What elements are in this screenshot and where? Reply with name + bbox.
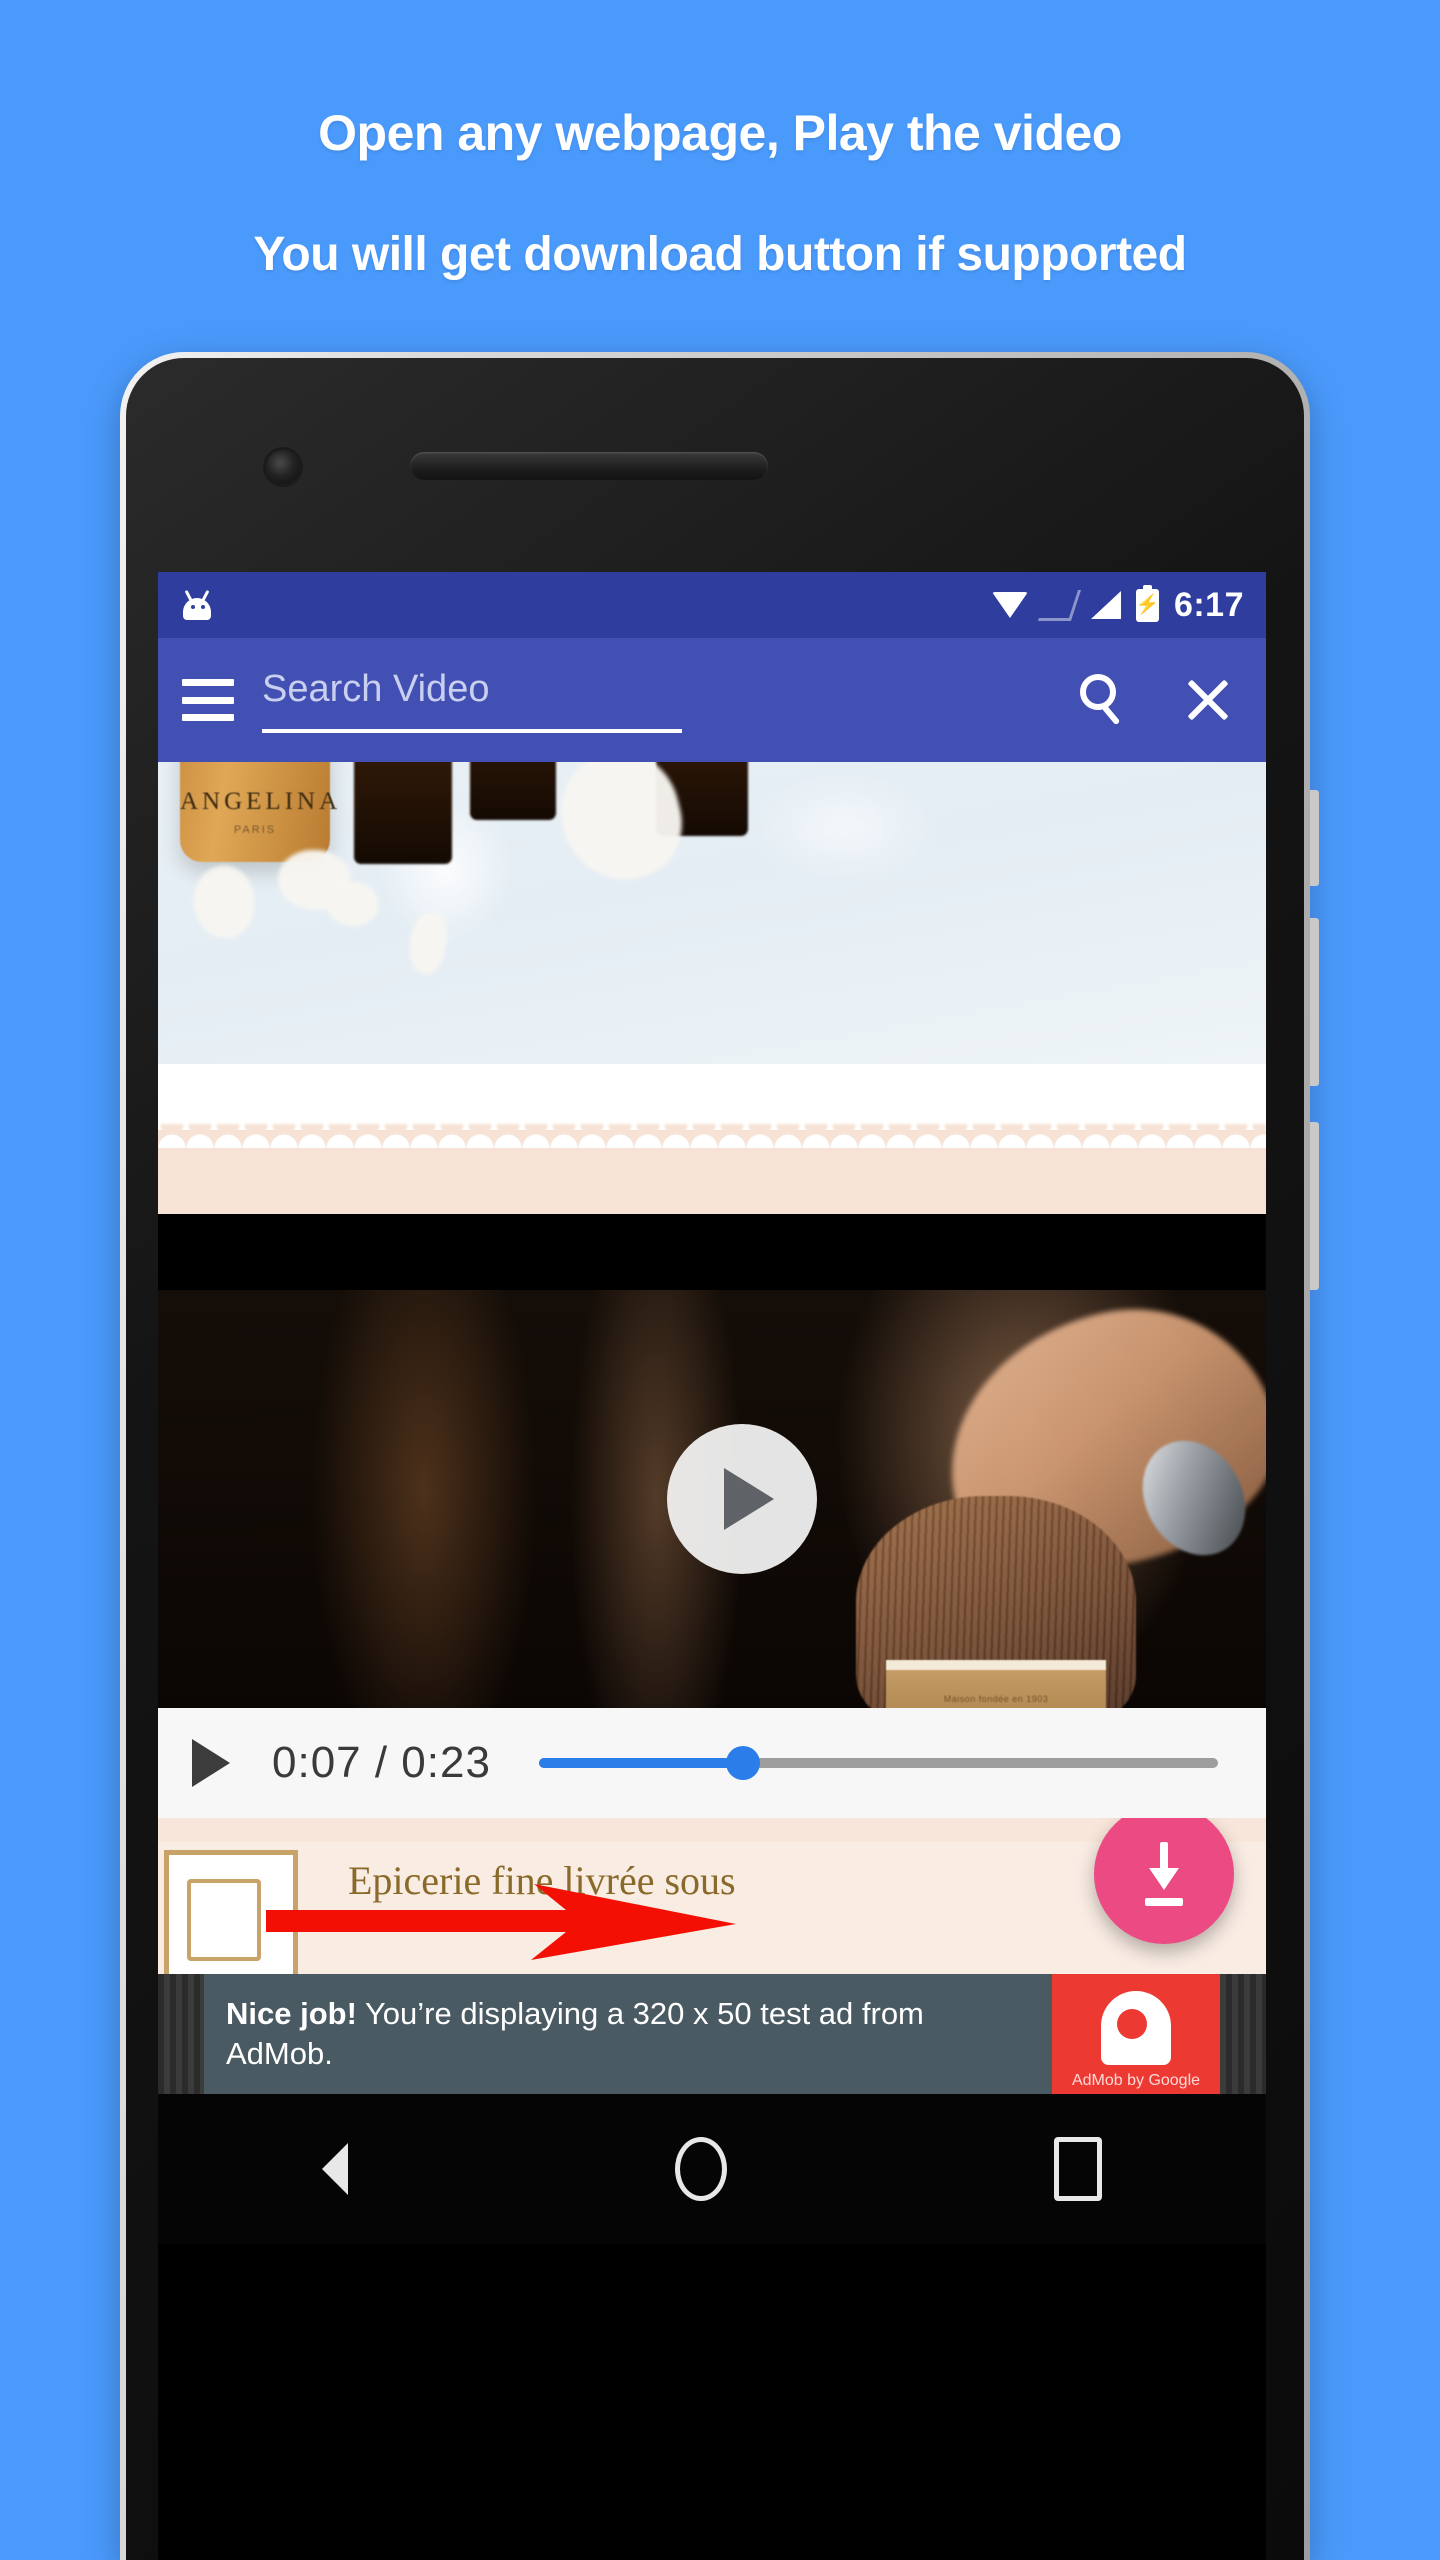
seek-progress	[538, 1758, 743, 1768]
webpage-strip: Epicerie fine livrée sous	[158, 1818, 1266, 1974]
admob-text-area: Nice job! You’re displaying a 320 x 50 t…	[204, 1974, 1052, 2094]
content-gap	[158, 1214, 1266, 1290]
decor-vial	[470, 762, 556, 820]
admob-logo: AdMob by Google	[1052, 1974, 1220, 2094]
admob-left-pad	[158, 1974, 204, 2094]
play-icon[interactable]	[192, 1739, 230, 1787]
phone-side-button-power[interactable]	[1310, 1122, 1319, 1290]
status-bar: ⚡ 6:17	[158, 572, 1266, 638]
signal-full-icon	[1090, 591, 1121, 619]
seek-thumb[interactable]	[725, 1746, 760, 1780]
admob-mark-icon	[1101, 1991, 1171, 2065]
decor-cream-blob	[404, 909, 452, 977]
hero-product-photo: ANGELINA PARIS	[158, 762, 1266, 1064]
search-input[interactable]	[262, 667, 682, 729]
product-jar: ANGELINA PARIS	[180, 762, 342, 862]
headline-line-2: You will get download button if supporte…	[253, 228, 1187, 281]
home-circle-icon[interactable]	[674, 2137, 727, 2201]
phone-mockup: ⚡ 6:17 Search Video ANGELINA PARIS Maiso…	[120, 352, 1319, 2560]
admob-headline: Nice job!	[226, 1996, 357, 2031]
app-bar	[158, 638, 1266, 762]
search-field-wrapper[interactable]	[262, 667, 682, 733]
admob-banner[interactable]: Nice job! You’re displaying a 320 x 50 t…	[158, 1974, 1266, 2094]
admob-right-pad	[1220, 1974, 1266, 2094]
seek-slider[interactable]	[538, 1746, 1218, 1780]
decor-cream-blob	[326, 882, 378, 926]
status-bar-clock: 6:17	[1173, 585, 1244, 624]
search-underline	[262, 728, 682, 733]
decor-cream-blob	[194, 866, 254, 938]
recents-square-icon[interactable]	[1054, 2137, 1103, 2201]
video-time-display: 0:07 / 0:23	[272, 1738, 491, 1787]
back-triangle-icon[interactable]	[321, 2143, 348, 2195]
phone-side-button-volume-down[interactable]	[1310, 918, 1319, 1086]
download-button[interactable]	[1094, 1818, 1234, 1944]
search-icon[interactable]	[1080, 674, 1128, 726]
front-camera-icon	[266, 450, 300, 484]
earpiece-speaker	[410, 452, 768, 480]
phone-screen: ⚡ 6:17 Search Video ANGELINA PARIS Maiso…	[158, 572, 1266, 2560]
android-nav-bar	[158, 2094, 1266, 2244]
admob-logo-caption: AdMob by Google	[1071, 2072, 1201, 2089]
headline-line-1: Open any webpage, Play the video	[318, 105, 1122, 161]
play-circle-icon[interactable]	[667, 1424, 817, 1574]
wifi-icon	[991, 590, 1028, 620]
video-player[interactable]: Maison fondée en 1903	[158, 1290, 1266, 1708]
close-icon[interactable]	[1184, 676, 1232, 724]
hamburger-menu-icon[interactable]	[182, 679, 234, 721]
status-bar-indicators: ⚡ 6:17	[991, 584, 1244, 625]
product-label: ANGELINA	[180, 788, 342, 815]
lace-divider	[158, 1064, 1266, 1214]
battery-charging-icon: ⚡	[1136, 584, 1159, 622]
right-arrow-icon	[266, 1884, 736, 1960]
android-robot-icon	[180, 589, 214, 620]
product-sublabel: PARIS	[233, 824, 277, 836]
signal-empty-icon	[1037, 589, 1081, 621]
video-controls: 0:07 / 0:23	[158, 1708, 1266, 1818]
webpage-content: ANGELINA PARIS Maison fondée en 1903 0:0…	[158, 762, 1266, 2244]
video-frame-cup: Maison fondée en 1903	[886, 1660, 1106, 1708]
phone-side-button-volume-up[interactable]	[1310, 790, 1319, 886]
cup-text: Maison fondée en 1903	[943, 1694, 1049, 1704]
decor-vial	[354, 762, 452, 864]
download-icon	[1136, 1842, 1192, 1906]
app-bar-actions	[1080, 674, 1242, 726]
